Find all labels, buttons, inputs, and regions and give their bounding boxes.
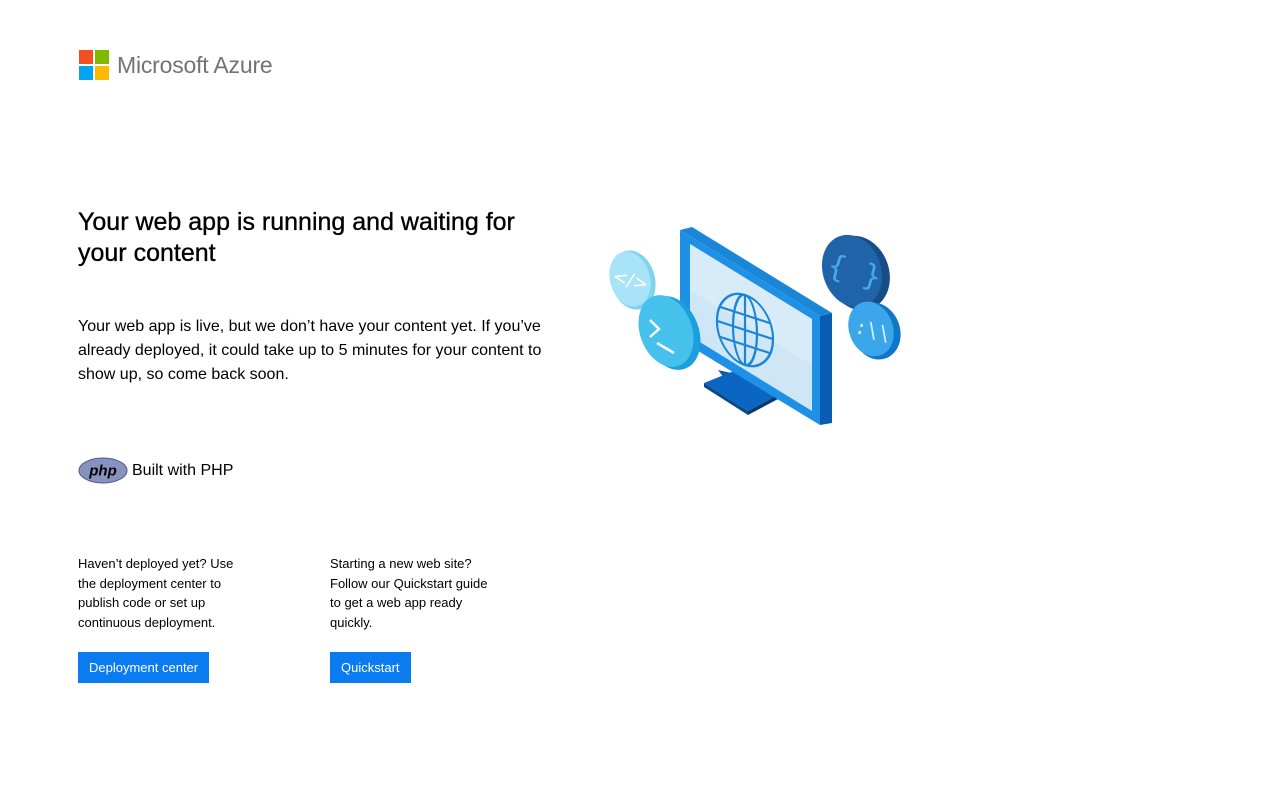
- deployment-center-button[interactable]: Deployment center: [78, 652, 210, 683]
- quickstart-column: Starting a new web site? Follow our Quic…: [330, 554, 490, 683]
- deployment-text: Haven’t deployed yet? Use the deployment…: [78, 556, 234, 630]
- microsoft-azure-logo: Microsoft Azure: [79, 50, 273, 80]
- php-logo-icon: php: [78, 457, 128, 484]
- quickstart-text: Starting a new web site? Follow our Quic…: [330, 556, 488, 630]
- built-with: php Built with PHP: [78, 457, 233, 484]
- brand-name: Microsoft Azure: [117, 52, 273, 78]
- svg-text:php: php: [88, 463, 117, 480]
- page: Microsoft Azure Your web app is running …: [0, 0, 1280, 800]
- quickstart-button[interactable]: Quickstart: [330, 652, 411, 683]
- built-with-label: Built with PHP: [132, 461, 234, 479]
- microsoft-logo-icon: [79, 50, 109, 80]
- curly-braces-icon: { }: [821, 234, 890, 311]
- intro-text: Your web app is live, but we don’t have …: [78, 318, 542, 383]
- deployment-column: Haven’t deployed yet? Use the deployment…: [78, 554, 238, 683]
- monitor-globe-illustration: </> { } :\\: [609, 227, 901, 425]
- page-title: Your web app is running and waiting for …: [78, 208, 515, 267]
